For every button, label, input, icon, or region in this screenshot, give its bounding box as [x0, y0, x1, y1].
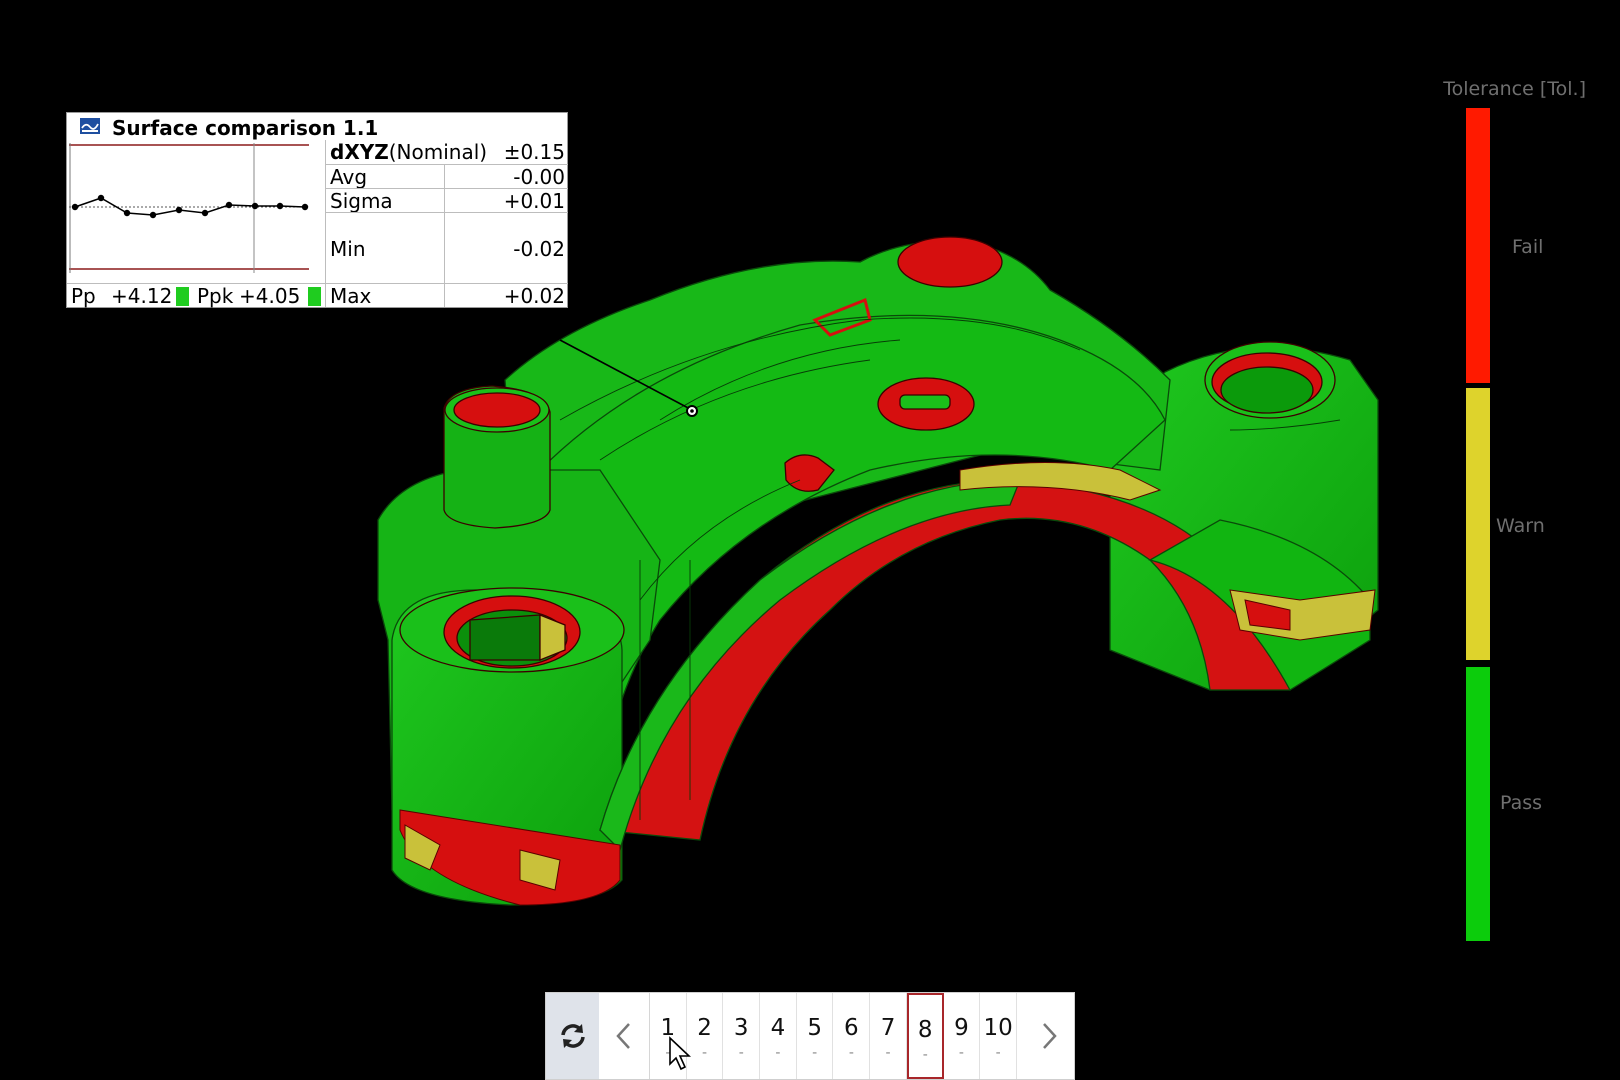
mouse-cursor-icon	[669, 1036, 692, 1071]
pp-status-indicator	[176, 287, 189, 306]
page-button-4[interactable]: 4-	[760, 993, 797, 1079]
page-number: 3	[733, 1015, 749, 1041]
page-button-10[interactable]: 10 -	[980, 993, 1017, 1079]
page-status: -	[958, 1045, 964, 1061]
page-number: 4	[770, 1015, 786, 1041]
pagination-bar: 1-2-3-4-5-6-7-8-9-10-	[545, 992, 1075, 1080]
page-number: 7	[880, 1015, 896, 1041]
page-status: -	[775, 1045, 781, 1061]
part-mesh	[377, 239, 1379, 906]
measure-name: dXYZ	[330, 140, 389, 164]
stats-row-min: Min -0.02	[326, 212, 568, 284]
trend-point	[123, 209, 131, 217]
ppk-label: Ppk	[197, 284, 234, 308]
page-button-9[interactable]: 9-	[944, 993, 981, 1079]
page-number: 9	[954, 1015, 969, 1041]
page-button-8[interactable]: 8-	[906, 993, 944, 1079]
stats-header-row: dXYZ(Nominal) ±0.15	[326, 140, 568, 164]
stats-row-avg: Avg -0.00	[326, 164, 568, 189]
page-number: 6	[844, 1015, 859, 1041]
sigma-value: +0.01	[503, 189, 565, 213]
sigma-label: Sigma	[330, 189, 393, 213]
ppk-value: +4.05	[239, 284, 301, 308]
stats-row-sigma: Sigma +0.01	[326, 188, 568, 213]
page-button-7[interactable]: 7-	[870, 993, 907, 1079]
page-status: -	[848, 1045, 854, 1061]
min-value: -0.02	[513, 237, 565, 261]
page-number: 10	[983, 1015, 1013, 1041]
page-button-3[interactable]: 3-	[723, 993, 761, 1079]
stats-row-max: Max +0.02	[326, 283, 568, 308]
refresh-icon	[561, 1024, 585, 1048]
trend-mini-chart	[69, 143, 309, 273]
page-number: 5	[807, 1015, 822, 1041]
trend-point	[149, 211, 157, 219]
measure-reference: (Nominal)	[388, 140, 488, 164]
legend-warn-label: Warn	[1496, 515, 1545, 537]
chevron-left-icon	[616, 1023, 630, 1049]
label-header: Surface comparison 1.1	[67, 113, 567, 140]
page-number: 8	[917, 1017, 933, 1043]
avg-value: -0.00	[513, 165, 565, 189]
page-status: -	[885, 1045, 891, 1061]
trend-point	[97, 194, 105, 202]
page-status: -	[995, 1045, 1001, 1061]
legend-warn-band	[1466, 388, 1490, 660]
trend-point	[251, 202, 259, 210]
chevron-right-icon	[1043, 1023, 1057, 1049]
previous-page-button[interactable]	[599, 993, 650, 1079]
min-label: Min	[330, 237, 366, 261]
trend-point	[175, 206, 183, 214]
avg-label: Avg	[330, 165, 368, 189]
surface-comparison-label[interactable]: Surface comparison 1.1 Pp +4.12 Ppk +4.0…	[66, 112, 568, 308]
statistics-table: dXYZ(Nominal) ±0.15 Avg -0.00 Sigma +0.0…	[325, 140, 568, 308]
trend-point	[71, 203, 79, 211]
trend-point	[201, 209, 209, 217]
ppk-status-indicator	[308, 287, 321, 306]
trend-point	[225, 201, 233, 209]
trend-point	[276, 202, 284, 210]
page-status: -	[812, 1045, 818, 1061]
pp-label: Pp	[71, 284, 96, 308]
capability-row: Pp +4.12 Ppk +4.05	[67, 283, 325, 308]
page-status: -	[922, 1047, 928, 1063]
max-value: +0.02	[503, 284, 565, 308]
refresh-button[interactable]	[546, 993, 599, 1079]
next-page-button[interactable]	[1024, 993, 1074, 1079]
page-button-5[interactable]: 5-	[797, 993, 834, 1079]
legend-title: Tolerance [Tol.]	[1443, 78, 1586, 100]
page-button-6[interactable]: 6-	[834, 993, 871, 1079]
trend-point	[301, 203, 309, 211]
label-title: Surface comparison 1.1	[112, 116, 379, 140]
page-status: -	[738, 1045, 744, 1061]
pp-value: +4.12	[111, 284, 173, 308]
max-label: Max	[330, 284, 372, 308]
stats-column-divider	[444, 164, 445, 307]
tolerance-value: ±0.15	[503, 140, 565, 164]
legend-pass-band	[1466, 667, 1490, 941]
legend-fail-band	[1466, 108, 1490, 383]
surface-comparison-icon	[80, 118, 100, 134]
legend-pass-label: Pass	[1500, 792, 1543, 814]
legend-fail-label: Fail	[1512, 236, 1544, 258]
